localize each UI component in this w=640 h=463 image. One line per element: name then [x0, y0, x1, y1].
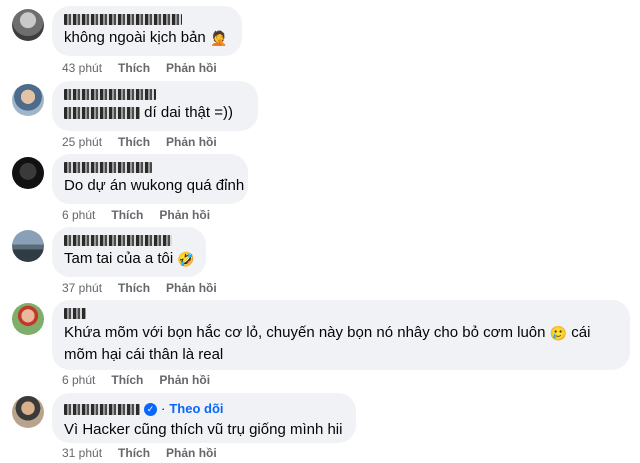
comment-actions: 6 phút Thích Phản hồi — [62, 207, 210, 223]
avatar[interactable] — [12, 157, 44, 189]
comment-timestamp[interactable]: 37 phút — [62, 280, 102, 296]
comment-text: Tam tai của a tôi — [64, 250, 174, 267]
avatar[interactable] — [12, 396, 44, 428]
comment-author[interactable] — [64, 308, 618, 319]
like-button[interactable]: Thích — [118, 280, 150, 296]
blurred-author-name — [64, 162, 152, 173]
like-button[interactable]: Thích — [111, 207, 143, 223]
comment-actions: 6 phút Thích Phản hồi — [62, 372, 210, 388]
blurred-author-name — [64, 235, 172, 246]
blurred-author-name — [64, 89, 156, 100]
comment-text: Khứa mõm với bọn hắc cơ lỏ, chuyến này b… — [64, 324, 546, 341]
avatar[interactable] — [12, 9, 44, 41]
comment-author: ✓ · Theo dõi — [64, 401, 344, 417]
comment-actions: 31 phút Thích Phản hồi — [62, 445, 217, 461]
like-button[interactable]: Thích — [118, 60, 150, 76]
comment-timestamp[interactable]: 6 phút — [62, 207, 95, 223]
comment-text: dí dai thật =)) — [144, 104, 233, 121]
avatar[interactable] — [12, 303, 44, 335]
like-button[interactable]: Thích — [118, 445, 150, 461]
blurred-author-name[interactable] — [64, 403, 140, 415]
follow-button[interactable]: Theo dõi — [169, 401, 223, 417]
comment-text: không ngoài kịch bản — [64, 29, 206, 46]
smiling-tear-emoji-icon: 🥲 — [549, 325, 568, 341]
reply-button[interactable]: Phản hồi — [166, 60, 217, 76]
facepalm-emoji-icon: 🤦 — [209, 30, 228, 46]
comment-bubble: dí dai thật =)) — [52, 81, 258, 131]
blurred-author-name — [64, 14, 182, 25]
comment-bubble: Do dự án wukong quá đỉnh — [52, 154, 248, 204]
comment-bubble: không ngoài kịch bản 🤦 — [52, 6, 242, 56]
blurred-author-name — [64, 308, 86, 319]
comment-text-row: Khứa mõm với bọn hắc cơ lỏ, chuyến này b… — [64, 322, 618, 366]
comment-timestamp[interactable]: 43 phút — [62, 60, 102, 76]
comment-actions: 43 phút Thích Phản hồi — [62, 60, 217, 76]
comment-text: Do dự án wukong quá đỉnh — [64, 177, 245, 194]
comment-text: Vì Hacker cũng thích vũ trụ giống mình h… — [64, 421, 343, 438]
reply-button[interactable]: Phản hồi — [166, 445, 217, 461]
comment-author[interactable] — [64, 162, 236, 173]
comment-bubble: Tam tai của a tôi 🤣 — [52, 227, 206, 277]
comment-timestamp[interactable]: 25 phút — [62, 134, 102, 150]
like-button[interactable]: Thích — [118, 134, 150, 150]
reply-button[interactable]: Phản hồi — [159, 207, 210, 223]
reply-button[interactable]: Phản hồi — [166, 134, 217, 150]
comment-author[interactable] — [64, 89, 246, 100]
comment-actions: 25 phút Thích Phản hồi — [62, 134, 217, 150]
comment-timestamp[interactable]: 31 phút — [62, 445, 102, 461]
reply-button[interactable]: Phản hồi — [159, 372, 210, 388]
comment-actions: 37 phút Thích Phản hồi — [62, 280, 217, 296]
blurred-mention — [64, 107, 140, 120]
rofl-emoji-icon: 🤣 — [177, 251, 195, 267]
avatar[interactable] — [12, 230, 44, 262]
avatar[interactable] — [12, 84, 44, 116]
verified-badge-icon: ✓ — [144, 402, 157, 416]
comment-author[interactable] — [64, 235, 194, 246]
comment-timestamp[interactable]: 6 phút — [62, 372, 95, 388]
reply-button[interactable]: Phản hồi — [166, 280, 217, 296]
separator-dot: · — [161, 401, 166, 416]
comment-author[interactable] — [64, 14, 230, 25]
comment-bubble: Khứa mõm với bọn hắc cơ lỏ, chuyến này b… — [52, 300, 630, 370]
comment-bubble: ✓ · Theo dõi Vì Hacker cũng thích vũ trụ… — [52, 393, 356, 443]
comment-text-row: dí dai thật =)) — [64, 103, 246, 123]
comment-text-row: Tam tai của a tôi 🤣 — [64, 249, 195, 269]
like-button[interactable]: Thích — [111, 372, 143, 388]
comment-text-row: không ngoài kịch bản 🤦 — [64, 28, 230, 48]
